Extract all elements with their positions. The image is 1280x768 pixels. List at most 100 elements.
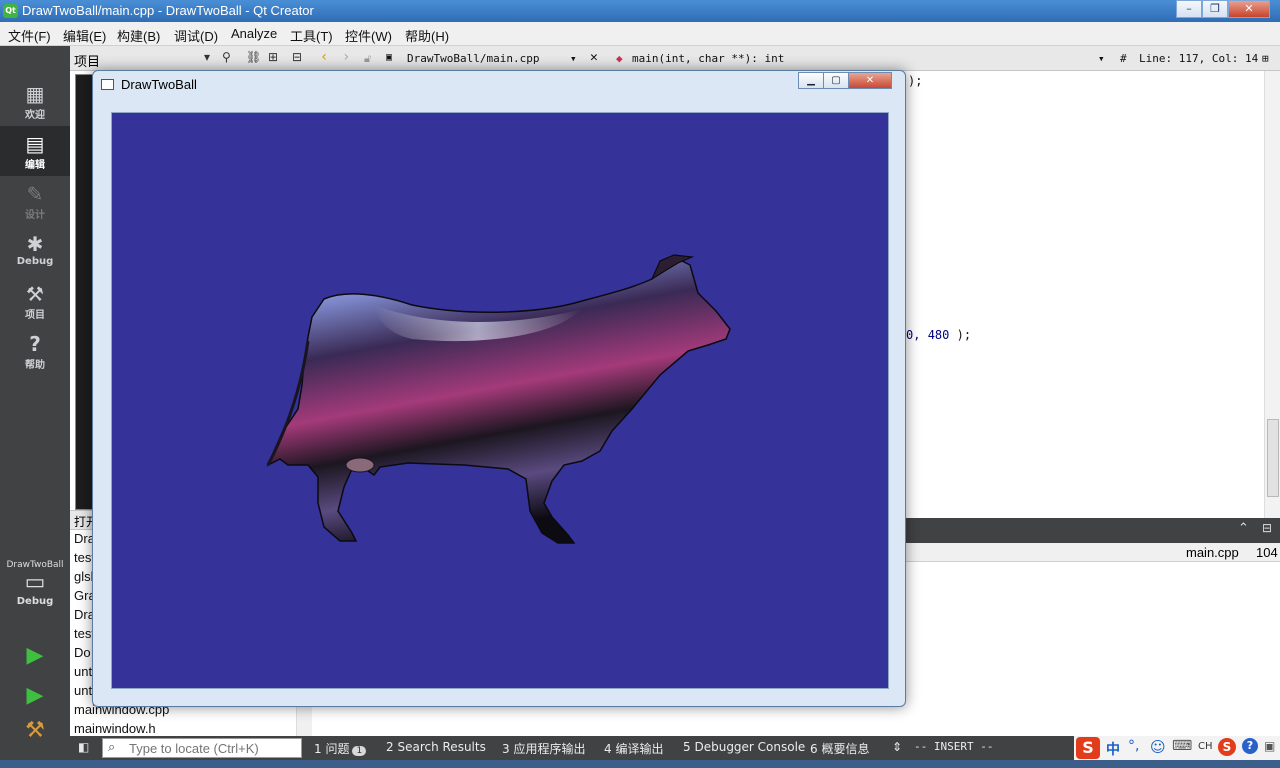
list-item[interactable]: unt: [74, 664, 92, 679]
list-item[interactable]: mainwindow.h: [74, 721, 156, 736]
link-icon[interactable]: ⛓: [246, 50, 261, 64]
pane-label: 编译输出: [615, 742, 664, 756]
edit-icon: ▤: [25, 132, 45, 156]
help-icon[interactable]: ?: [1242, 738, 1258, 754]
menu-tools[interactable]: 工具(T): [290, 26, 333, 45]
mode-help[interactable]: ? 帮助: [0, 326, 70, 376]
wrench-icon: ⚒: [26, 282, 44, 306]
pane-tab-general[interactable]: 6 概要信息: [810, 740, 869, 757]
qt-logo-icon: Qt: [3, 4, 18, 18]
mode-debug[interactable]: ✱ Debug: [0, 226, 70, 276]
ime-toolbar: S 中 °, ☺ ⌨ CH S ? ▣: [1074, 736, 1280, 760]
close-document-icon[interactable]: ✕: [590, 50, 598, 65]
toggle-sidebar-icon[interactable]: ◧: [78, 740, 89, 754]
code-number: 480: [927, 328, 950, 342]
app-close-button[interactable]: ✕: [848, 72, 892, 89]
expand-icon[interactable]: ▣: [1264, 739, 1275, 753]
pane-label: Debugger Console: [694, 740, 806, 754]
menu-build[interactable]: 构建(B): [117, 26, 160, 45]
mode-edit[interactable]: ▤ 编辑: [0, 126, 70, 176]
navigator-toolbar: 项目 ▾ ⚲ ⛓ ⊞ ⊟: [70, 46, 312, 71]
punctuation-icon[interactable]: °,: [1128, 738, 1139, 754]
mode-projects[interactable]: ⚒ 项目: [0, 276, 70, 326]
title-bar: Qt DrawTwoBall/main.cpp - DrawTwoBall - …: [0, 0, 1280, 22]
pane-tab-debugger-console[interactable]: 5 Debugger Console: [683, 740, 805, 754]
chevron-down-icon[interactable]: ▾: [1098, 52, 1105, 65]
chevron-down-icon[interactable]: ▾: [570, 52, 577, 65]
ime-lang[interactable]: 中: [1106, 739, 1120, 759]
mode-label: 编辑: [25, 160, 45, 171]
chevron-down-icon[interactable]: ▾: [204, 50, 210, 64]
minimize-button[interactable]: –: [1176, 0, 1202, 18]
pane-tab-search[interactable]: 2 Search Results: [386, 740, 486, 754]
pane-label: 概要信息: [821, 742, 870, 756]
pane-more-icon[interactable]: ⇕: [892, 740, 902, 754]
code-fragment: );: [949, 328, 972, 342]
mode-welcome[interactable]: ▦ 欢迎: [0, 76, 70, 126]
keyboard-icon[interactable]: ⌨: [1172, 738, 1192, 754]
code-line: 0, 480 );: [906, 328, 971, 342]
split-editor-icon[interactable]: ⊞: [1262, 52, 1269, 65]
ime-ch[interactable]: CH: [1198, 741, 1213, 752]
cursor-position[interactable]: Line: 117, Col: 14: [1139, 52, 1258, 65]
hash-label: #: [1120, 52, 1127, 65]
close-pane-icon[interactable]: ⊟: [1262, 521, 1272, 535]
chevron-up-icon[interactable]: ⌃: [1238, 521, 1249, 536]
locator[interactable]: ⌕: [102, 738, 302, 758]
back-arrow-icon[interactable]: ‹: [320, 49, 328, 65]
split-icon[interactable]: ⊞: [268, 50, 278, 64]
issue-line: 104: [1256, 545, 1278, 560]
scrollbar-thumb[interactable]: [1267, 419, 1279, 497]
kit-project: DrawTwoBall: [6, 560, 64, 570]
opengl-viewport[interactable]: [111, 112, 889, 689]
menu-analyze[interactable]: Analyze: [231, 26, 277, 41]
kit-config: Debug: [16, 596, 54, 607]
pane-tab-compile-output[interactable]: 4 编译输出: [604, 740, 663, 757]
symbol-select[interactable]: main(int, char **): int: [632, 52, 784, 65]
build-hammer-icon[interactable]: ⚒: [22, 718, 48, 744]
menu-edit[interactable]: 编辑(E): [63, 26, 106, 45]
vim-mode-indicator: -- INSERT --: [914, 740, 994, 753]
document-select[interactable]: DrawTwoBall/main.cpp: [407, 52, 539, 65]
monitor-icon: ▭: [24, 570, 46, 595]
locator-input[interactable]: [129, 739, 299, 757]
list-item[interactable]: Do: [74, 645, 91, 660]
app-minimize-button[interactable]: ▁: [798, 72, 824, 89]
menu-debug[interactable]: 调试(D): [174, 26, 218, 45]
sogou-s-icon[interactable]: S: [1218, 738, 1236, 756]
app-window-controls: ▁ ▢ ✕: [798, 72, 892, 89]
menu-widgets[interactable]: 控件(W): [345, 26, 392, 45]
kit-selector[interactable]: DrawTwoBall ▭ Debug: [0, 556, 70, 626]
debug-run-icon[interactable]: ▶: [22, 683, 48, 709]
app-maximize-button[interactable]: ▢: [823, 72, 849, 89]
pane-tab-app-output[interactable]: 3 应用程序输出: [502, 740, 585, 757]
taskbar: [0, 760, 1280, 768]
close-panel-icon[interactable]: ⊟: [292, 50, 302, 64]
menu-file[interactable]: 文件(F): [8, 26, 51, 45]
close-button[interactable]: ✕: [1228, 0, 1270, 18]
app-window-title: DrawTwoBall: [121, 77, 197, 92]
issue-file[interactable]: main.cpp: [1186, 545, 1239, 560]
list-item[interactable]: unt: [74, 683, 92, 698]
emoji-icon[interactable]: ☺: [1150, 738, 1166, 756]
list-item[interactable]: glsl: [74, 569, 94, 584]
drawtwoball-window[interactable]: DrawTwoBall ▁ ▢ ✕: [92, 70, 906, 707]
mode-design[interactable]: ✎ 设计: [0, 176, 70, 226]
pane-tab-issues[interactable]: 1 问题 1: [314, 740, 367, 757]
editor-scrollbar[interactable]: [1264, 71, 1280, 518]
navigator-view-select[interactable]: 项目: [74, 51, 100, 70]
restore-button[interactable]: ❐: [1202, 0, 1228, 18]
sogou-logo-icon[interactable]: S: [1076, 737, 1100, 759]
cow-body: [266, 258, 731, 544]
forward-arrow-icon[interactable]: ›: [342, 49, 350, 65]
filter-icon[interactable]: ⚲: [222, 50, 231, 64]
menu-help[interactable]: 帮助(H): [405, 26, 449, 45]
menu-bar: 文件(F) 编辑(E) 构建(B) 调试(D) Analyze 工具(T) 控件…: [0, 22, 1280, 46]
help-icon: ?: [29, 332, 41, 356]
lock-icon: 🔓︎: [364, 52, 372, 65]
code-fragment: 0,: [906, 328, 928, 342]
function-symbol-icon: ◆: [616, 52, 623, 65]
run-icon[interactable]: ▶: [22, 643, 48, 669]
mode-label: 欢迎: [25, 110, 45, 121]
mode-label: Debug: [16, 256, 54, 267]
